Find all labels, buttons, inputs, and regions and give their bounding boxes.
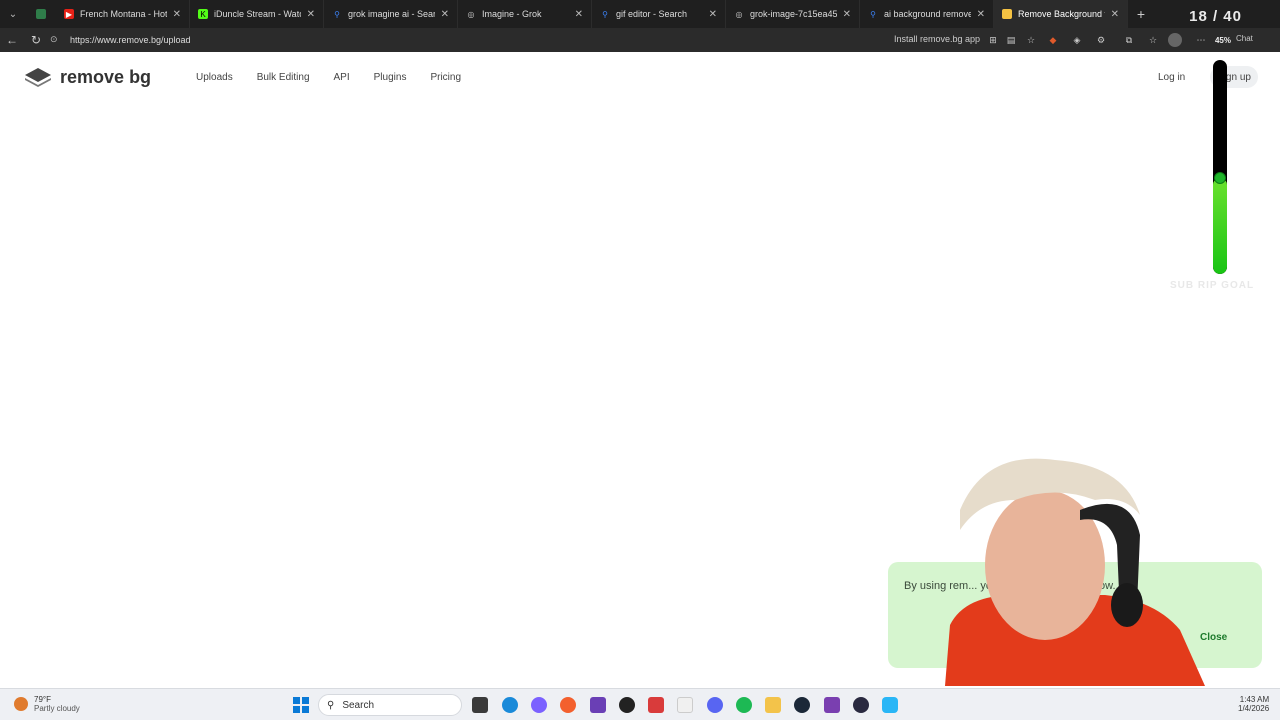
copilot-icon[interactable] xyxy=(531,697,547,713)
nav-api[interactable]: API xyxy=(334,72,350,83)
logo-suffix: bg xyxy=(129,66,152,87)
search-icon: ⚲ xyxy=(327,699,335,711)
tab-1[interactable]: K iDuncle Stream - Watch Live ✕ xyxy=(190,0,324,28)
nav-bulk-editing[interactable]: Bulk Editing xyxy=(257,72,310,83)
sub-goal-label: SUB RIP GOAL xyxy=(1170,280,1255,291)
clock-date: 1/4/2026 xyxy=(1238,704,1270,713)
tab-4[interactable]: ⚲ gif editor - Search ✕ xyxy=(592,0,726,28)
close-tab-icon[interactable]: ✕ xyxy=(709,9,717,20)
site-nav: Uploads Bulk Editing API Plugins Pricing xyxy=(196,72,485,83)
obs-icon[interactable] xyxy=(619,697,635,713)
extension-icon[interactable]: ◆ xyxy=(1046,33,1060,47)
nav-plugins[interactable]: Plugins xyxy=(374,72,407,83)
split-screen-icon[interactable]: ⧉ xyxy=(1122,33,1136,47)
tab-2[interactable]: ⚲ grok imagine ai - Search ✕ xyxy=(324,0,458,28)
sub-goal-meter-fill xyxy=(1213,178,1227,274)
extension-icon[interactable]: ◈ xyxy=(1070,33,1084,47)
nav-uploads[interactable]: Uploads xyxy=(196,72,233,83)
more-menu-icon[interactable]: ⋯ xyxy=(1194,33,1208,47)
app-icon[interactable] xyxy=(590,697,606,713)
logo-text: remove xyxy=(60,66,125,87)
file-explorer-icon[interactable] xyxy=(765,697,781,713)
clock-time: 1:43 AM xyxy=(1239,695,1270,704)
taskbar-search-label: Search xyxy=(342,699,375,711)
windows-taskbar: 79°F Partly cloudy ⚲ Search 1:43 AM 1/4/… xyxy=(0,688,1280,720)
windows-start-icon[interactable] xyxy=(293,697,309,713)
overlay-counter: 18 / 40 xyxy=(1189,8,1242,25)
login-link[interactable]: Log in xyxy=(1158,72,1185,83)
removebg-logo[interactable]: remove bg xyxy=(24,66,151,88)
weather-icon xyxy=(14,697,28,711)
browser-toolbar: ← ↻ ⊙ https://www.remove.bg/upload Insta… xyxy=(0,28,1280,52)
close-tab-icon[interactable]: ✕ xyxy=(441,9,449,20)
close-tab-icon[interactable]: ✕ xyxy=(1111,9,1119,20)
steam-icon[interactable] xyxy=(794,697,810,713)
close-tab-icon[interactable]: ✕ xyxy=(307,9,315,20)
task-view-icon[interactable] xyxy=(472,697,488,713)
taskbar-search[interactable]: ⚲ Search xyxy=(318,694,462,716)
grok-icon: ◎ xyxy=(735,9,743,19)
system-clock[interactable]: 1:43 AM 1/4/2026 xyxy=(1238,695,1269,713)
tab-7-active[interactable]: Remove Background from ✕ xyxy=(994,0,1128,28)
back-icon[interactable]: ← xyxy=(0,28,24,52)
grok-icon: ◎ xyxy=(467,9,475,19)
reader-icon[interactable]: ▤ xyxy=(1004,33,1018,47)
install-app-icon[interactable]: ⊞ xyxy=(986,33,1000,47)
favorites-icon[interactable]: ☆ xyxy=(1146,33,1160,47)
logo-mark-icon xyxy=(25,68,51,87)
spotify-icon[interactable] xyxy=(736,697,752,713)
nav-pricing[interactable]: Pricing xyxy=(430,72,461,83)
itunes-icon[interactable] xyxy=(677,697,693,713)
pinned-tab[interactable] xyxy=(26,0,56,28)
tab-5[interactable]: ◎ grok-image-7c15ea45-6fe ✕ xyxy=(726,0,860,28)
weather-desc: Partly cloudy xyxy=(34,704,80,713)
battery-indicator: 45% xyxy=(1214,35,1231,45)
edge-icon[interactable] xyxy=(502,697,518,713)
reload-icon[interactable]: ↻ xyxy=(24,28,48,52)
tab-3[interactable]: ◎ Imagine - Grok ✕ xyxy=(458,0,592,28)
profile-avatar[interactable] xyxy=(1168,33,1182,47)
app-icon[interactable] xyxy=(648,697,664,713)
search-icon: ⚲ xyxy=(602,9,608,19)
close-tab-icon[interactable]: ✕ xyxy=(977,9,985,20)
chat-button[interactable]: Chat xyxy=(1236,34,1253,43)
webcam-overlay xyxy=(945,458,1205,686)
discord-icon[interactable] xyxy=(707,697,723,713)
close-tab-icon[interactable]: ✕ xyxy=(843,9,851,20)
search-icon: ⚲ xyxy=(870,9,876,19)
removebg-icon xyxy=(1002,9,1012,19)
weather-widget[interactable]: 79°F Partly cloudy xyxy=(14,695,80,713)
app-icon[interactable] xyxy=(882,697,898,713)
app-icon[interactable] xyxy=(853,697,869,713)
firefox-icon[interactable] xyxy=(560,697,576,713)
extensions-puzzle-icon[interactable]: ⚙ xyxy=(1094,33,1108,47)
tab-actions-menu-icon[interactable]: ⌄ xyxy=(0,0,26,28)
new-tab-button[interactable]: + xyxy=(1128,6,1154,22)
url-text: https://www.remove.bg/upload xyxy=(70,35,191,45)
youtube-icon: ▶ xyxy=(64,9,74,19)
tab-6[interactable]: ⚲ ai background remover - S ✕ xyxy=(860,0,994,28)
sub-goal-meter-knob xyxy=(1214,172,1226,184)
sub-goal-meter xyxy=(1213,60,1227,274)
browser-tab-strip: ⌄ ▶ French Montana - Hot Boy ✕ K iDuncle… xyxy=(0,0,1280,28)
close-tab-icon[interactable]: ✕ xyxy=(575,9,583,20)
weather-temp: 79°F xyxy=(34,695,51,704)
tab-0[interactable]: ▶ French Montana - Hot Boy ✕ xyxy=(56,0,190,28)
search-icon: ⚲ xyxy=(334,9,340,19)
star-icon[interactable]: ☆ xyxy=(1024,33,1038,47)
kick-icon: K xyxy=(198,9,208,19)
close-tab-icon[interactable]: ✕ xyxy=(173,9,181,20)
site-info-icon[interactable]: ⊙ xyxy=(50,34,62,46)
install-app-link[interactable]: Install remove.bg app xyxy=(894,34,980,44)
app-icon[interactable] xyxy=(824,697,840,713)
